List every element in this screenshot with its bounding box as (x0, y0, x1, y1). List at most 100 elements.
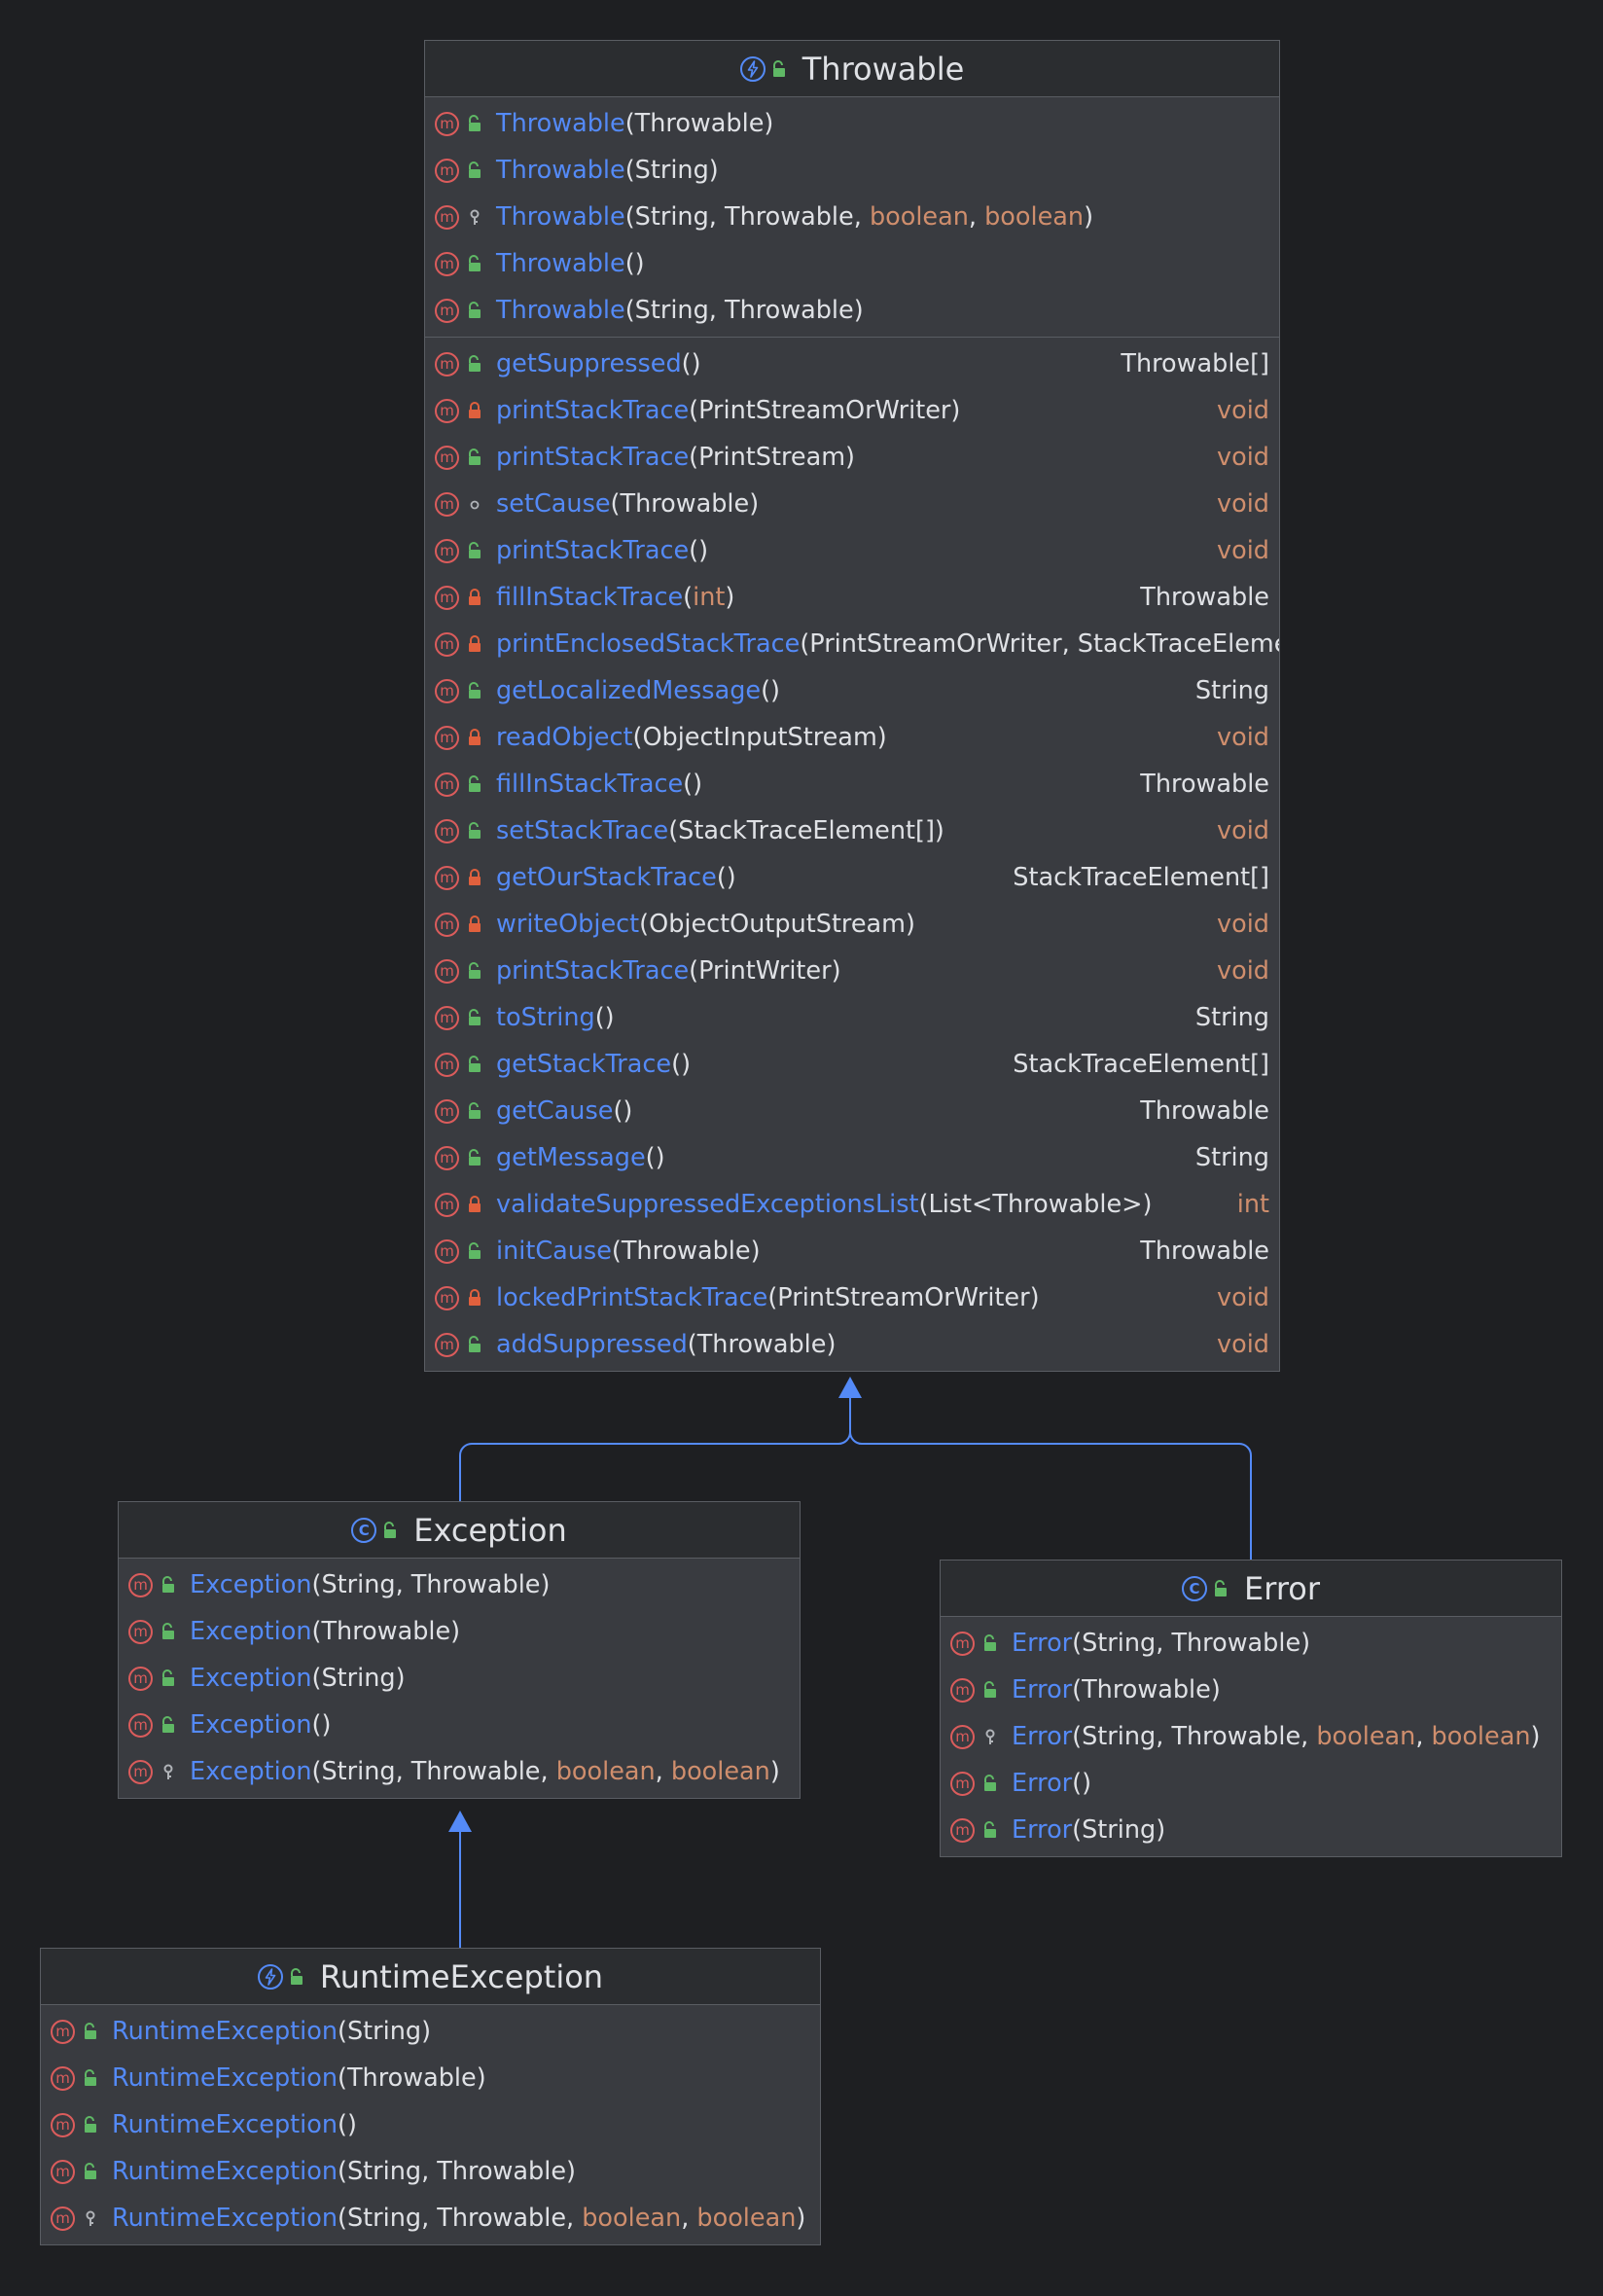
method-row[interactable]: m setCause (Throwable) void (425, 481, 1279, 527)
constructor-row[interactable]: m Exception (Throwable) (119, 1608, 800, 1655)
method-row[interactable]: m getMessage() String (425, 1134, 1279, 1181)
param-type: Throwable (620, 489, 750, 519)
method-row[interactable]: m getSuppressed() Throwable[] (425, 341, 1279, 387)
param-type: Throwable (410, 1570, 541, 1599)
method-icon: m (435, 585, 459, 610)
param-type: PrintStreamOrWriter (698, 396, 951, 425)
method-row[interactable]: m printEnclosedStackTrace (PrintStreamOrWr… (425, 621, 1279, 667)
constructor-row[interactable]: m Error (String) (941, 1807, 1561, 1853)
constructor-row[interactable]: m Throwable (String, Throwable, boolean, b… (425, 194, 1279, 240)
private-visibility-icon (467, 869, 482, 886)
param-type: PrintStream (698, 443, 846, 472)
method-row[interactable]: m printStackTrace (PrintWriter) void (425, 948, 1279, 994)
constructor-row[interactable]: m RuntimeException() (41, 2101, 820, 2148)
method-icon: m (950, 1771, 975, 1796)
method-row[interactable]: m readObject (ObjectInputStream) void (425, 714, 1279, 761)
class-node-runtimeexception[interactable]: RuntimeException m RuntimeException (String… (40, 1948, 821, 2245)
constructor-row[interactable]: m RuntimeException (String) (41, 2008, 820, 2055)
public-visibility-icon (467, 1056, 482, 1073)
method-row[interactable]: m printStackTrace (PrintStreamOrWriter) voi… (425, 387, 1279, 434)
method-row[interactable]: m fillInStackTrace() Throwable (425, 761, 1279, 807)
param-type: boolean (696, 2204, 797, 2233)
param-type: String (321, 1570, 396, 1599)
member-name: Throwable (496, 249, 625, 278)
method-icon: m (128, 1666, 153, 1691)
member-name: validateSuppressedExceptionsList (496, 1190, 919, 1219)
param-type: boolean (869, 202, 969, 232)
member-name: getMessage (496, 1143, 646, 1172)
method-icon: m (128, 1759, 153, 1784)
method-row[interactable]: m addSuppressed (Throwable) void (425, 1321, 1279, 1368)
constructor-row[interactable]: m Exception (String) (119, 1655, 800, 1702)
class-node-throwable[interactable]: Throwable m Throwable (Throwable) m Throwable… (424, 40, 1280, 1372)
method-row[interactable]: m printStackTrace() void (425, 527, 1279, 574)
constructor-row[interactable]: m Error (String, Throwable) (941, 1620, 1561, 1667)
method-row[interactable]: m toString() String (425, 994, 1279, 1041)
public-visibility-icon (467, 962, 482, 980)
constructor-row[interactable]: m Error() (941, 1760, 1561, 1807)
class-header[interactable]: RuntimeException (41, 1949, 820, 2005)
member-name: getSuppressed (496, 349, 682, 378)
class-node-error[interactable]: C Error m Error (String, Throwable) m Error (Th… (940, 1560, 1562, 1857)
class-header[interactable]: Throwable (425, 41, 1279, 97)
public-visibility-icon (467, 542, 482, 559)
constructor-row[interactable]: m RuntimeException (String, Throwable, boo… (41, 2195, 820, 2242)
protected-visibility-icon (160, 1763, 176, 1780)
method-icon: m (435, 1005, 459, 1030)
method-icon: m (435, 1238, 459, 1264)
public-visibility-icon (467, 161, 482, 179)
constructor-row[interactable]: m RuntimeException (Throwable) (41, 2055, 820, 2101)
class-header[interactable]: C Exception (119, 1502, 800, 1559)
param-type: Throwable (321, 1617, 451, 1646)
return-type: Throwable (1132, 574, 1269, 621)
generalization-arrowhead (838, 1377, 862, 1398)
member-name: RuntimeException (112, 2063, 338, 2093)
constructor-row[interactable]: m Exception (String, Throwable, boolean, b… (119, 1748, 800, 1795)
constructor-row[interactable]: m Throwable (Throwable) (425, 100, 1279, 147)
constructors-section: m RuntimeException (String) m RuntimeExcepti… (41, 2005, 820, 2244)
method-icon: m (435, 158, 459, 183)
method-row[interactable]: m getCause() Throwable (425, 1088, 1279, 1134)
param-type: ObjectOutputStream (649, 910, 907, 939)
constructor-row[interactable]: m RuntimeException (String, Throwable) (41, 2148, 820, 2195)
method-icon: m (435, 251, 459, 276)
method-row[interactable]: m fillInStackTrace (int) Throwable (425, 574, 1279, 621)
param-type: String (634, 156, 709, 185)
param-type: boolean (1431, 1722, 1531, 1751)
class-header[interactable]: C Error (941, 1561, 1561, 1617)
public-visibility-icon (160, 1623, 176, 1640)
member-params: (List<Throwable>) (918, 1190, 1153, 1219)
method-row[interactable]: m validateSuppressedExceptionsList (List<T… (425, 1181, 1279, 1228)
class-node-exception[interactable]: C Exception m Exception (String, Throwable) m… (118, 1501, 801, 1799)
method-row[interactable]: m getOurStackTrace() StackTraceElement[] (425, 854, 1279, 901)
member-params: () (311, 1710, 332, 1740)
method-row[interactable]: m lockedPrintStackTrace (PrintStreamOrWrit… (425, 1274, 1279, 1321)
constructor-row[interactable]: m Throwable (String, Throwable) (425, 287, 1279, 334)
method-row[interactable]: m initCause (Throwable) Throwable (425, 1228, 1279, 1274)
private-visibility-icon (467, 402, 482, 419)
public-visibility-icon (771, 59, 787, 78)
member-params: (String) (311, 1664, 406, 1693)
param-type: Throwable (346, 2063, 477, 2093)
constructor-row[interactable]: m Error (Throwable) (941, 1667, 1561, 1713)
constructor-row[interactable]: m Exception() (119, 1702, 800, 1748)
class-name: Exception (413, 1511, 567, 1549)
method-icon: m (435, 631, 459, 657)
member-name: addSuppressed (496, 1330, 688, 1359)
method-row[interactable]: m getStackTrace() StackTraceElement[] (425, 1041, 1279, 1088)
constructor-row[interactable]: m Error (String, Throwable, boolean, boole… (941, 1713, 1561, 1760)
param-type: boolean (670, 1757, 770, 1786)
method-icon: m (435, 865, 459, 890)
constructor-row[interactable]: m Throwable() (425, 240, 1279, 287)
method-row[interactable]: m writeObject (ObjectOutputStream) void (425, 901, 1279, 948)
member-params: (ObjectOutputStream) (639, 910, 915, 939)
constructor-row[interactable]: m Throwable (String) (425, 147, 1279, 194)
package-visibility-icon (467, 495, 482, 513)
member-name: RuntimeException (112, 2017, 338, 2046)
member-name: Error (1012, 1629, 1073, 1658)
methods-section: m getSuppressed() Throwable[] m printStackTr… (425, 337, 1279, 1371)
method-row[interactable]: m getLocalizedMessage() String (425, 667, 1279, 714)
method-row[interactable]: m printStackTrace (PrintStream) void (425, 434, 1279, 481)
method-row[interactable]: m setStackTrace (StackTraceElement[]) void (425, 807, 1279, 854)
constructor-row[interactable]: m Exception (String, Throwable) (119, 1561, 800, 1608)
